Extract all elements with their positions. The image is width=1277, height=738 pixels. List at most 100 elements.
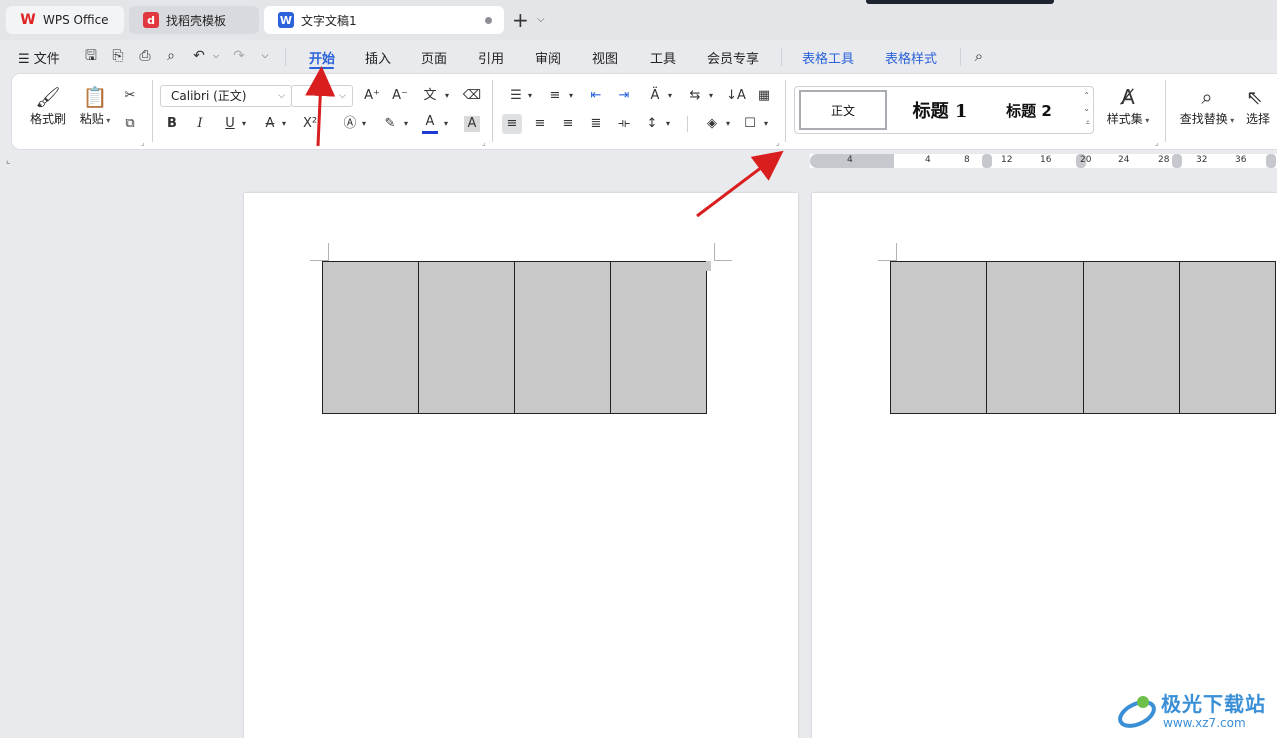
chevron-down-icon[interactable]: ▾ xyxy=(437,86,457,106)
align-left-icon[interactable]: ≡ xyxy=(502,114,522,134)
ruler-column-handle[interactable] xyxy=(1266,154,1276,168)
save-icon[interactable]: 🖫 xyxy=(82,47,100,65)
scroll-up-icon[interactable]: ⌃ xyxy=(1083,91,1090,100)
chevron-down-icon: ⌵ xyxy=(278,91,285,101)
chevron-down-icon[interactable]: ▾ xyxy=(660,86,680,106)
decrease-indent-icon[interactable]: ⇤ xyxy=(586,86,606,106)
chevron-down-icon[interactable]: ▾ xyxy=(436,114,456,134)
export-pdf-icon[interactable]: ⎘ xyxy=(109,47,127,65)
tab-tools[interactable]: 工具 xyxy=(650,48,676,67)
copy-icon[interactable]: ⧉ xyxy=(120,114,140,134)
customize-quick-access-icon[interactable]: ⌵ xyxy=(256,47,274,65)
tab-table-tools[interactable]: 表格工具 xyxy=(802,48,854,67)
chevron-down-icon[interactable]: ▾ xyxy=(234,114,254,134)
tab-label: 找稻壳模板 xyxy=(166,13,227,28)
tab-references[interactable]: 引用 xyxy=(478,48,504,67)
table-cell[interactable] xyxy=(418,261,515,414)
font-name-select[interactable]: Calibri (正文) ⌵ xyxy=(160,85,292,107)
tab-insert[interactable]: 插入 xyxy=(365,48,391,67)
scroll-down-icon[interactable]: ⌄ xyxy=(1083,104,1090,113)
styles-launcher-icon[interactable]: ⌟ xyxy=(1155,138,1159,147)
table-resize-handle[interactable] xyxy=(706,261,711,271)
style-heading2[interactable]: 标题 2 xyxy=(991,90,1067,130)
table-cell[interactable] xyxy=(889,261,988,414)
document-table[interactable] xyxy=(322,261,707,414)
document-table[interactable] xyxy=(889,261,1277,414)
cut-icon[interactable]: ✂ xyxy=(120,86,140,106)
chevron-down-icon[interactable]: ▾ xyxy=(274,114,294,134)
table-cell[interactable] xyxy=(610,261,707,414)
align-center-icon[interactable]: ≡ xyxy=(530,114,550,134)
ribbon-divider xyxy=(1165,80,1166,142)
tab-page[interactable]: 页面 xyxy=(421,48,447,67)
chevron-down-icon[interactable]: ▾ xyxy=(520,86,540,106)
unsaved-dot-icon[interactable] xyxy=(485,17,492,24)
table-cell[interactable] xyxy=(986,261,1084,414)
tab-review[interactable]: 审阅 xyxy=(535,48,561,67)
redo-icon[interactable]: ↷ xyxy=(230,47,248,65)
document-page-1[interactable] xyxy=(244,193,798,738)
file-menu[interactable]: ☰ 文件 xyxy=(18,48,60,67)
tab-home[interactable]: 开始 xyxy=(309,48,335,67)
ruler-number: 24 xyxy=(1118,155,1130,165)
chevron-down-icon[interactable]: ▾ xyxy=(756,114,776,134)
table-cell[interactable] xyxy=(514,261,611,414)
tab-docer-templates[interactable]: d 找稻壳模板 xyxy=(129,6,259,34)
align-right-icon[interactable]: ≡ xyxy=(558,114,578,134)
increase-font-icon[interactable]: A⁺ xyxy=(362,86,382,106)
gallery-more-icon[interactable]: ⩡ xyxy=(1085,118,1090,128)
clear-format-eraser-icon[interactable]: ⌫ xyxy=(462,86,482,106)
italic-icon[interactable]: I xyxy=(190,114,210,134)
new-tab-plus-icon[interactable]: + xyxy=(512,10,529,30)
paste-button[interactable]: 📋 粘贴 ▾ xyxy=(76,84,114,127)
sort-icon[interactable]: ↓A xyxy=(726,86,746,106)
chevron-down-icon[interactable]: ▾ xyxy=(718,114,738,134)
char-shading-icon[interactable]: A xyxy=(464,116,480,132)
format-painter-button[interactable]: 🖌 格式刷 xyxy=(26,84,70,127)
table-cell[interactable] xyxy=(322,261,419,414)
tab-document-1[interactable]: W 文字文稿1 xyxy=(264,6,504,34)
ruler-column-handle[interactable] xyxy=(982,154,992,168)
undo-dropdown-icon[interactable]: ⌵ xyxy=(207,47,225,65)
decrease-font-icon[interactable]: A⁻ xyxy=(390,86,410,106)
active-tab-underline xyxy=(309,67,334,69)
ruler-column-handle[interactable] xyxy=(1172,154,1182,168)
increase-indent-icon[interactable]: ⇥ xyxy=(614,86,634,106)
show-marks-icon[interactable]: ▦ xyxy=(754,86,774,106)
chevron-down-icon[interactable]: ▾ xyxy=(354,114,374,134)
chevron-down-icon[interactable]: ▾ xyxy=(561,86,581,106)
tab-view[interactable]: 视图 xyxy=(592,48,618,67)
paragraph-launcher-icon[interactable]: ⌟ xyxy=(776,138,780,147)
tab-wps-office[interactable]: W WPS Office xyxy=(6,6,124,34)
search-icon[interactable]: ⌕ xyxy=(970,47,988,65)
font-launcher-icon[interactable]: ⌟ xyxy=(482,138,486,147)
tab-member[interactable]: 会员专享 xyxy=(707,48,759,67)
distributed-icon[interactable]: ⟛ xyxy=(614,114,634,134)
chevron-down-icon[interactable]: ▾ xyxy=(701,86,721,106)
chevron-down-icon[interactable]: ⌵ xyxy=(537,14,545,25)
chevron-down-icon[interactable]: ▾ xyxy=(658,114,678,134)
table-cell[interactable] xyxy=(1082,261,1180,414)
style-set-button[interactable]: A̸ 样式集 ▾ xyxy=(1102,84,1154,127)
find-replace-button[interactable]: ⌕ 查找替换 ▾ xyxy=(1176,84,1238,127)
chevron-down-icon[interactable]: ▾ xyxy=(396,114,416,134)
ruler-corner-icon[interactable]: ⌞ xyxy=(6,156,10,166)
print-icon[interactable]: ⎙ xyxy=(136,47,154,65)
style-gallery: 正文 标题 1 标题 2 ⌃ ⌄ ⩡ xyxy=(794,86,1094,134)
horizontal-ruler[interactable]: 4 4 8 12 16 20 24 28 32 36 xyxy=(810,154,1277,168)
ribbon-divider xyxy=(152,80,153,142)
justify-icon[interactable]: ≣ xyxy=(586,114,606,134)
find-replace-label: 查找替换 xyxy=(1179,112,1228,126)
select-button[interactable]: ⇖ 选择 xyxy=(1246,84,1277,127)
document-page-2[interactable] xyxy=(812,193,1277,738)
clipboard-launcher-icon[interactable]: ⌟ xyxy=(141,138,145,147)
table-cell[interactable] xyxy=(1178,261,1277,414)
print-preview-icon[interactable]: ⌕ xyxy=(162,47,180,65)
superscript-icon[interactable]: X² xyxy=(300,114,320,134)
style-normal[interactable]: 正文 xyxy=(799,90,887,130)
tab-table-style[interactable]: 表格样式 xyxy=(885,48,937,67)
font-size-select[interactable]: ⌵ xyxy=(291,85,353,107)
undo-icon[interactable]: ↶ xyxy=(190,47,208,65)
style-heading1[interactable]: 标题 1 xyxy=(895,90,985,130)
bold-icon[interactable]: B xyxy=(162,114,182,134)
